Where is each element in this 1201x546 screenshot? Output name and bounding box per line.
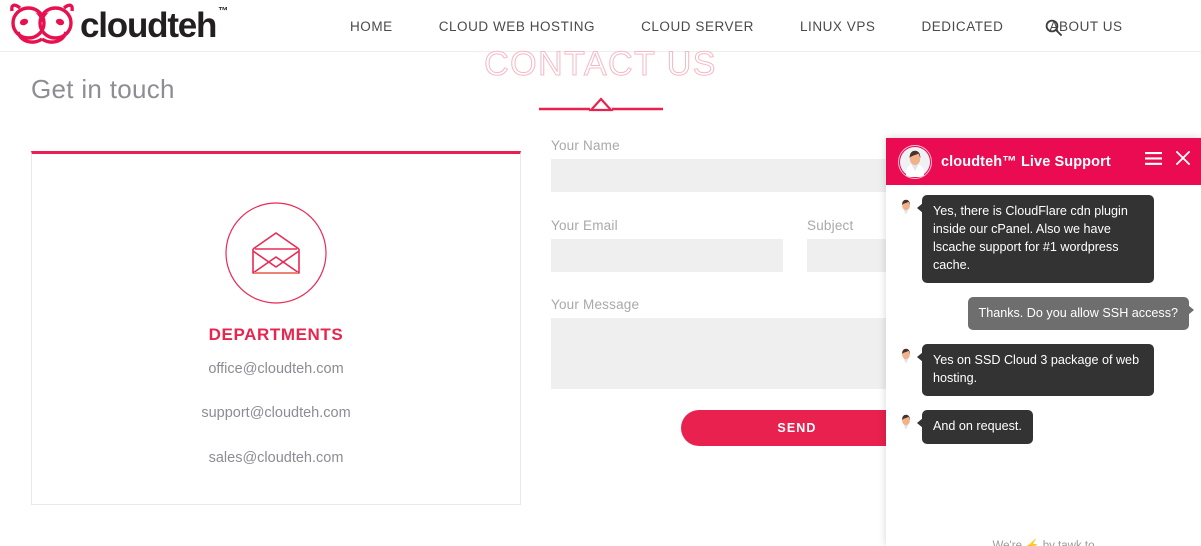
agent-avatar-icon — [899, 199, 913, 219]
close-icon[interactable] — [1176, 151, 1190, 165]
logo-trademark: ™ — [218, 5, 229, 17]
chat-bubble: Yes on SSD Cloud 3 package of web hostin… — [917, 344, 1154, 397]
lightning-bolt-icon: ⚡ — [1025, 540, 1040, 546]
chat-message-agent-3: And on request. — [895, 410, 1189, 444]
departments-title: DEPARTMENTS — [208, 325, 344, 344]
departments-card: DEPARTMENTS office@cloudteh.com support@… — [31, 151, 521, 505]
agent-avatar-icon — [899, 414, 913, 435]
chat-message-list[interactable]: Yes, there is CloudFlare cdn plugin insi… — [886, 185, 1201, 546]
chat-message-agent-2: Yes on SSD Cloud 3 package of web hostin… — [895, 344, 1189, 397]
search-icon — [1045, 19, 1062, 36]
title-divider — [538, 97, 663, 112]
live-chat-widget: cloudteh™ Live Support Yes, there is Clo… — [886, 138, 1201, 546]
nav-item-dedicated[interactable]: DEDICATED — [898, 19, 1026, 34]
get-in-touch-heading: Get in touch — [31, 74, 175, 104]
department-email-sales[interactable]: sales@cloudteh.com — [32, 450, 520, 466]
chat-title: cloudteh™ Live Support — [941, 153, 1111, 170]
send-button[interactable]: SEND — [681, 410, 913, 446]
chat-message-visitor-1: Thanks. Do you allow SSH access? — [895, 296, 1194, 331]
chat-branding-prefix: We're — [992, 540, 1022, 546]
page-title: CONTACT US — [484, 45, 717, 84]
nav-item-linux-vps[interactable]: LINUX VPS — [777, 19, 898, 34]
chat-branding[interactable]: We're ⚡ by tawk.to — [886, 538, 1201, 546]
page-title-block: CONTACT US — [0, 45, 1201, 84]
chat-header: cloudteh™ Live Support — [886, 138, 1201, 185]
chat-header-actions — [1145, 151, 1190, 165]
open-envelope-icon — [225, 202, 327, 304]
search-button[interactable] — [1040, 14, 1066, 40]
field-group-email: Your Email — [551, 218, 783, 272]
nav-item-cloud-server[interactable]: CLOUD SERVER — [618, 19, 777, 34]
chat-bubble: And on request. — [917, 410, 1033, 444]
email-label: Your Email — [551, 218, 618, 233]
department-email-office[interactable]: office@cloudteh.com — [32, 361, 520, 377]
owl-logo-icon — [10, 3, 74, 44]
chat-bubble: Yes, there is CloudFlare cdn plugin insi… — [917, 195, 1154, 283]
hamburger-menu-icon[interactable] — [1145, 151, 1162, 165]
chat-bubble: Thanks. Do you allow SSH access? — [967, 296, 1194, 331]
agent-avatar-icon — [900, 146, 930, 177]
site-logo[interactable]: cloudteh ™ — [8, 2, 230, 46]
page-root: cloudteh ™ HOME CLOUD WEB HOSTING CLOUD … — [0, 0, 1201, 546]
department-email-support[interactable]: support@cloudteh.com — [32, 405, 520, 421]
avatar — [898, 144, 932, 179]
email-input[interactable] — [551, 239, 783, 272]
chat-message-agent-1: Yes, there is CloudFlare cdn plugin insi… — [895, 195, 1189, 283]
nav-item-home[interactable]: HOME — [350, 19, 416, 34]
agent-avatar-icon — [899, 349, 913, 369]
chat-branding-suffix: by tawk.to — [1042, 540, 1095, 546]
nav-item-cloud-web-hosting[interactable]: CLOUD WEB HOSTING — [416, 19, 618, 34]
logo-wordmark: cloudteh — [80, 5, 217, 45]
